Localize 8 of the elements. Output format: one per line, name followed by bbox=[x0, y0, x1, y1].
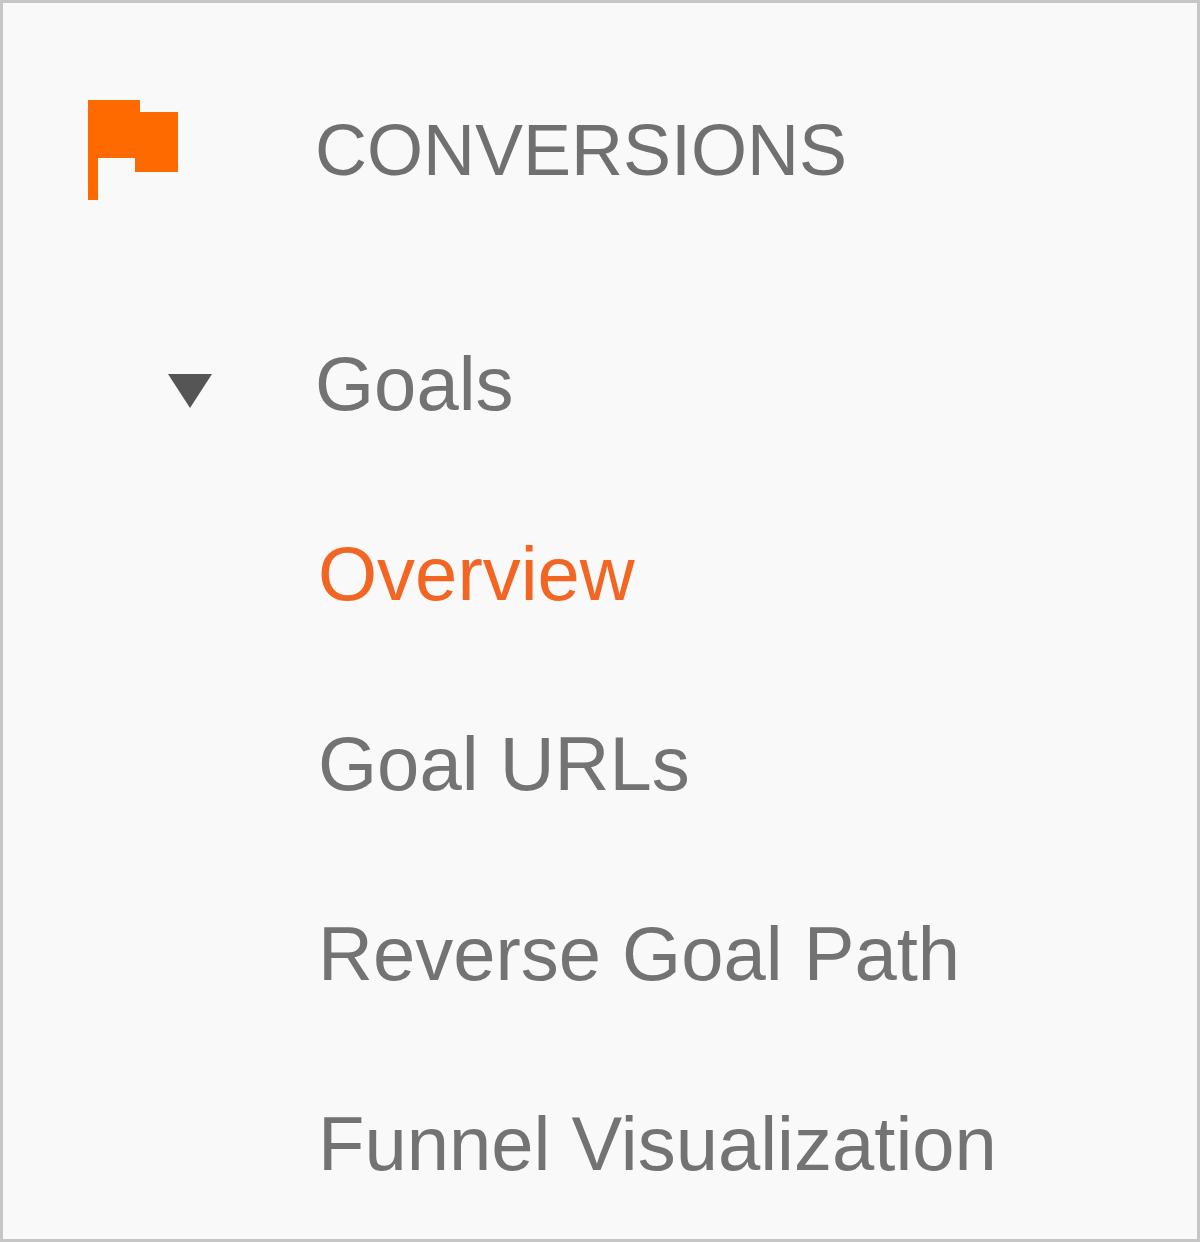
nav-link[interactable]: Reverse Goal Path bbox=[318, 916, 961, 992]
caret-icon[interactable] bbox=[168, 374, 212, 408]
flag-icon bbox=[88, 100, 178, 200]
nav-link[interactable]: Goal URLs bbox=[318, 726, 690, 802]
nav-group-label[interactable]: Goals bbox=[315, 346, 514, 422]
section-title: CONVERSIONS bbox=[315, 114, 848, 186]
nav-link[interactable]: Funnel Visualization bbox=[318, 1106, 997, 1182]
nav-link[interactable]: Overview bbox=[318, 536, 635, 612]
